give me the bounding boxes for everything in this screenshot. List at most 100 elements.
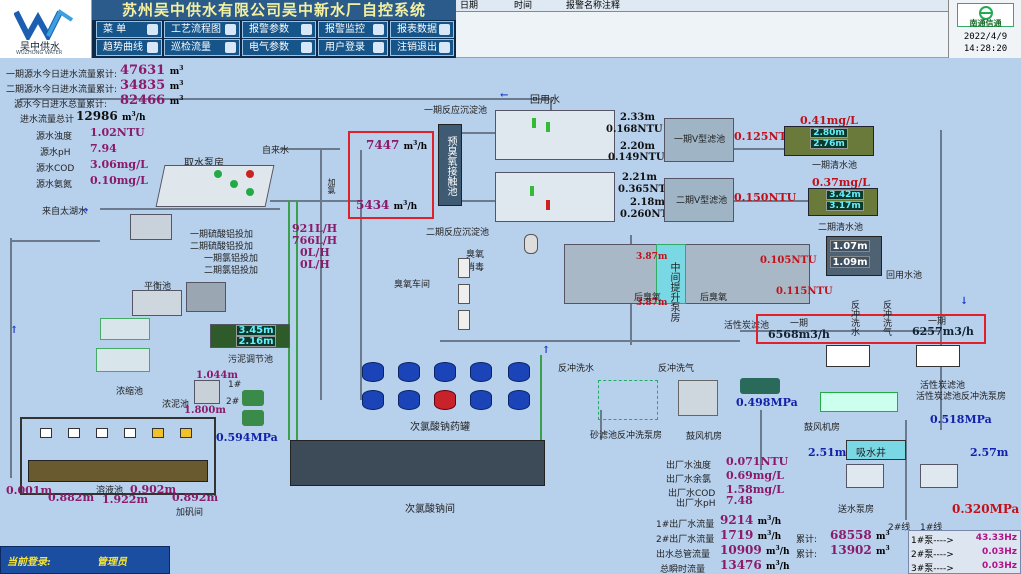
hypochlorite-tank[interactable]: [398, 390, 420, 410]
backwash-pump-group[interactable]: [598, 380, 658, 420]
sed1-turb-1: 0.168NTU: [606, 124, 663, 135]
pipe: [100, 208, 280, 210]
hypochlorite-tank[interactable]: [362, 390, 384, 410]
out-ph-value: 7.48: [726, 494, 753, 507]
pump-icon[interactable]: [242, 410, 264, 426]
blower-group[interactable]: [820, 392, 898, 412]
suction-level-2: 2.57m: [970, 446, 1009, 459]
flow-arrow-icon: ↓: [960, 296, 969, 307]
valve-open-icon[interactable]: [532, 118, 536, 128]
hypo-room-label: 次氯酸钠间: [405, 504, 455, 515]
carbon-pump-box[interactable]: [826, 345, 870, 367]
phase1-flow: 6568m3/h: [768, 328, 830, 341]
login-status-bar: 当前登录: 管理员: [0, 546, 170, 574]
nav-report-button[interactable]: 报表数据: [390, 21, 454, 38]
mid-pump-label: 中间提升泵房: [668, 262, 679, 322]
hypochlorite-tank[interactable]: [470, 362, 492, 382]
pump-status-icon[interactable]: [246, 188, 254, 196]
valve-closed-icon[interactable]: [546, 200, 550, 210]
line2-label: 2#线: [888, 523, 911, 533]
pump-status-icon[interactable]: [246, 170, 254, 178]
pump-icon[interactable]: [740, 378, 780, 394]
pump-status-icon[interactable]: [230, 180, 238, 188]
pressure-3: 0.518MPa: [930, 413, 992, 426]
hypochlorite-tank[interactable]: [508, 390, 530, 410]
valve-open-icon[interactable]: [530, 186, 534, 196]
carbon-pump-box[interactable]: [916, 345, 960, 367]
delivery-pump-1[interactable]: [846, 464, 884, 488]
fan-room[interactable]: [678, 380, 718, 416]
valve-open-icon[interactable]: [546, 122, 550, 132]
reuse-pool-label: 回用水池: [886, 271, 923, 281]
nav-electric-button[interactable]: 电气参数: [242, 39, 316, 56]
thickener-1[interactable]: [100, 318, 150, 340]
phase1-clear-label: 一期清水池: [812, 161, 858, 171]
nav-alarm-param-button[interactable]: 报警参数: [242, 21, 316, 38]
flow-2-value: 5434 m3/h: [356, 198, 418, 212]
phase2-sedimentation[interactable]: [495, 172, 615, 222]
ozone-generator[interactable]: [458, 310, 470, 330]
agitator-icon[interactable]: [68, 428, 80, 438]
alarm-list[interactable]: [456, 12, 948, 58]
nav-login-button[interactable]: 用户登录: [318, 39, 388, 56]
delivery-pump-2[interactable]: [920, 464, 958, 488]
sludge-pool[interactable]: [194, 380, 220, 404]
pump-status-icon[interactable]: [214, 170, 222, 178]
balance-pool[interactable]: [132, 290, 182, 316]
agitator-icon[interactable]: [152, 428, 164, 438]
sed2-level-2: 2.18m: [630, 197, 665, 208]
screen-house[interactable]: [130, 214, 172, 240]
nav-logout-button[interactable]: 注销退出: [390, 39, 454, 56]
flow-arrow-icon: ↑: [10, 325, 19, 336]
tank-level-1: 0.001m: [6, 484, 53, 497]
hypochlorite-tank[interactable]: [508, 362, 530, 382]
nav-trend-button[interactable]: 趋势曲线: [96, 39, 162, 56]
solution-tank[interactable]: [28, 460, 208, 482]
clear2-level-1: 3.42m: [826, 190, 864, 200]
hypochlorite-tank-alarm[interactable]: [434, 390, 456, 410]
hypochlorite-tank[interactable]: [362, 362, 384, 382]
backwash-water-label: 反冲洗气: [881, 300, 891, 336]
reuse-level-1: 1.07m: [830, 240, 870, 252]
fan-room-label: 鼓风机房: [686, 432, 723, 442]
process-icon: [225, 24, 236, 35]
agitator-icon[interactable]: [96, 428, 108, 438]
preozone-label: 预臭氧接触池: [445, 136, 456, 196]
system-title: 苏州吴中供水有限公司吴中新水厂自控系统: [92, 0, 456, 20]
phase1-sed-label: 一期反应沉淀池: [424, 106, 488, 116]
carbon-label-right: 后臭氧: [700, 293, 728, 303]
hypochlorite-tank[interactable]: [398, 362, 420, 382]
ozone-generator[interactable]: [458, 284, 470, 304]
nav-inspect-button[interactable]: 巡检流量: [164, 39, 240, 56]
out-turb-value: 0.071NTU: [726, 455, 789, 468]
phase1-sedimentation[interactable]: [495, 110, 615, 160]
raw-turbidity-value: 1.02NTU: [90, 126, 145, 139]
hypochlorite-tank[interactable]: [434, 362, 456, 382]
dosing-4-label: 二期氯铝投加: [204, 266, 259, 276]
time-display: 14:28:20: [963, 44, 1008, 54]
alarm-col-time: 时间: [514, 1, 533, 11]
raw-ammonia-value: 0.10mg/L: [90, 174, 148, 187]
sludge-adjust-label: 污泥调节池: [228, 355, 274, 365]
raw-cod-value: 3.06mg/L: [90, 158, 148, 171]
dosing-tanks[interactable]: [186, 282, 226, 312]
backwash-air-label: 反冲洗水: [849, 300, 859, 336]
hypochlorite-room[interactable]: [290, 440, 545, 486]
agitator-icon[interactable]: [40, 428, 52, 438]
thick-level-2: 1.800m: [184, 405, 226, 416]
trend-icon: [147, 42, 158, 53]
hypochlorite-tank[interactable]: [470, 390, 492, 410]
raw-ammonia-label: 源水氨氮: [36, 180, 73, 190]
agitator-icon[interactable]: [180, 428, 192, 438]
ozone-generator[interactable]: [458, 258, 470, 278]
agitator-icon[interactable]: [124, 428, 136, 438]
phase2-v-label: 二期V型滤池: [676, 196, 728, 206]
nav-process-button[interactable]: 工艺流程图: [164, 21, 240, 38]
nav-alarm-monitor-button[interactable]: 报警监控: [318, 21, 388, 38]
outlet-pressure: 0.320MPa: [952, 502, 1020, 516]
pump-icon[interactable]: [242, 390, 264, 406]
login-user: 管理员: [97, 557, 127, 568]
thickener-2[interactable]: [96, 348, 150, 372]
nav-menu-button[interactable]: 菜 单: [96, 21, 162, 38]
ozone-tank[interactable]: [524, 234, 538, 254]
